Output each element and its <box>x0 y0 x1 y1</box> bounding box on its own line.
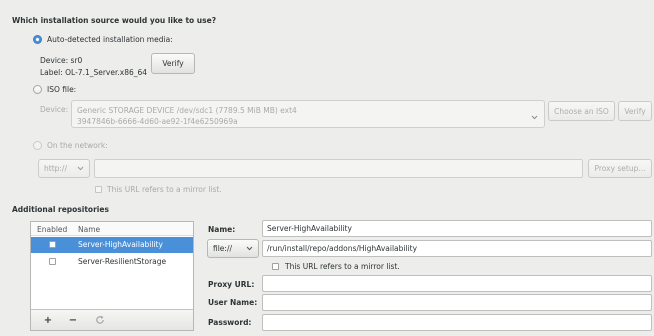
chevron-down-icon <box>246 246 253 251</box>
network-mirror-checkbox[interactable] <box>95 186 102 193</box>
remove-repository-button[interactable]: − <box>61 312 85 328</box>
column-header-enabled[interactable]: Enabled <box>37 225 67 234</box>
iso-file-radio[interactable] <box>33 85 42 94</box>
user-name-input[interactable] <box>262 294 652 311</box>
network-label[interactable]: On the network: <box>47 141 108 150</box>
repo-mirror-checkbox[interactable] <box>272 263 279 270</box>
proxy-url-label: Proxy URL: <box>208 280 255 289</box>
user-name-label: User Name: <box>208 298 258 307</box>
repo-row[interactable]: Server-ResilientStorage <box>31 254 193 270</box>
refresh-repositories-button[interactable] <box>88 312 112 328</box>
choose-iso-button[interactable]: Choose an ISO <box>548 101 615 121</box>
repo-mirror-label: This URL refers to a mirror list. <box>285 262 400 271</box>
repositories-list: Enabled Name Server-HighAvailability Ser… <box>30 221 194 331</box>
auto-media-label-text: Label: OL-7.1_Server.x86_64 <box>40 68 148 77</box>
repo-name: Server-ResilientStorage <box>78 257 167 266</box>
network-protocol-value: http:// <box>44 164 67 173</box>
column-header-name[interactable]: Name <box>78 225 100 234</box>
chevron-down-icon <box>531 115 538 120</box>
iso-file-label[interactable]: ISO file: <box>47 85 76 94</box>
repo-enabled-checkbox[interactable] <box>49 241 56 248</box>
verify-media-button[interactable]: Verify <box>151 53 195 74</box>
repo-protocol-dropdown[interactable]: file:// <box>207 239 259 258</box>
list-toolbar: + − <box>31 309 193 330</box>
proxy-setup-button[interactable]: Proxy setup... <box>588 159 652 178</box>
repo-name-input[interactable] <box>262 220 652 237</box>
chevron-down-icon <box>77 166 84 171</box>
repo-protocol-value: file:// <box>213 244 233 253</box>
network-mirror-label: This URL refers to a mirror list. <box>107 185 222 194</box>
proxy-url-input[interactable] <box>262 275 652 292</box>
network-protocol-dropdown[interactable]: http:// <box>38 159 90 178</box>
additional-repositories-heading: Additional repositories <box>12 205 109 214</box>
repo-name-label: Name: <box>208 225 236 234</box>
network-radio[interactable] <box>33 141 42 150</box>
iso-device-name: Generic STORAGE DEVICE /dev/sdc1 (7789.5… <box>77 106 297 115</box>
iso-device-combobox[interactable]: Generic STORAGE DEVICE /dev/sdc1 (7789.5… <box>71 100 545 128</box>
verify-iso-button[interactable]: Verify <box>618 101 652 121</box>
iso-device-label: Device: <box>40 105 69 114</box>
repo-enabled-checkbox[interactable] <box>49 258 56 265</box>
add-repository-button[interactable]: + <box>36 312 60 328</box>
auto-detected-label[interactable]: Auto-detected installation media: <box>47 35 173 44</box>
repo-url-input[interactable] <box>262 240 652 257</box>
installation-source-window: Which installation source would you like… <box>0 0 654 336</box>
repo-name: Server-HighAvailability <box>78 240 163 249</box>
auto-detected-radio[interactable] <box>33 35 42 44</box>
repo-row[interactable]: Server-HighAvailability <box>31 237 193 253</box>
refresh-icon <box>95 315 105 325</box>
network-url-input[interactable] <box>94 159 583 178</box>
list-header: Enabled Name <box>31 222 193 236</box>
iso-device-uuid: 3947846b-6666-4d60-ae92-1f4e6250969a <box>77 117 238 126</box>
auto-device-text: Device: sr0 <box>40 56 83 65</box>
password-label: Password: <box>208 318 252 327</box>
page-title: Which installation source would you like… <box>12 16 217 25</box>
password-input[interactable] <box>262 314 652 331</box>
